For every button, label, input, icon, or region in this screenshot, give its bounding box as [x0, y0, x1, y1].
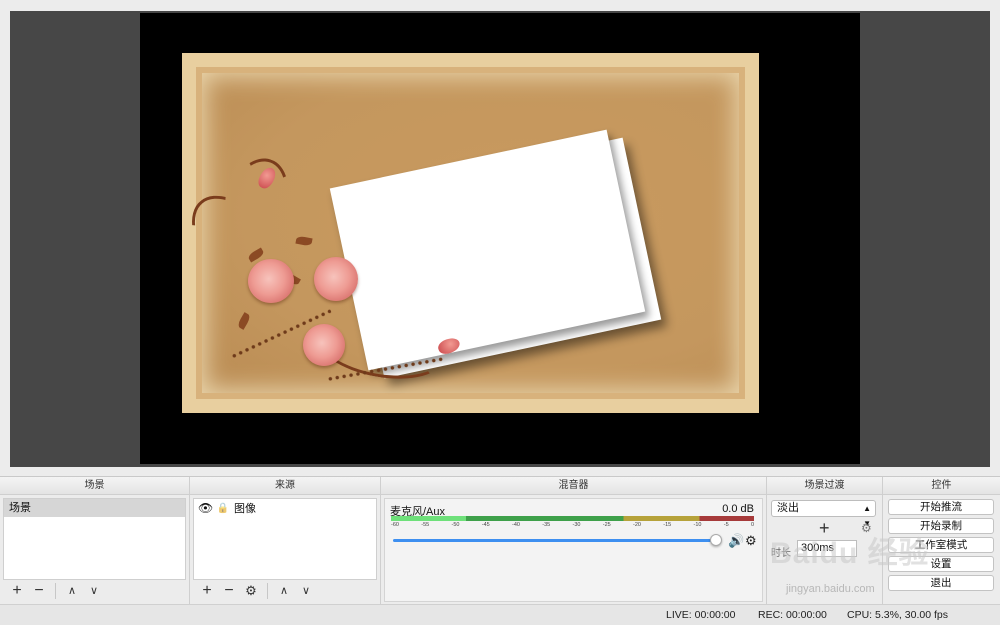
add-source-button[interactable]: +	[197, 581, 217, 601]
sources-toolbar: + − ⚙ ∧ ∨	[193, 580, 377, 602]
meter-scale: -60 -55 -50 -45 -40 -35 -30 -25 -20 -15 -10 -5 0	[391, 522, 754, 530]
scenes-toolbar: + − ∧ ∨	[3, 580, 186, 602]
meter-tick-label: -35	[542, 522, 551, 528]
source-settings-gear-icon[interactable]: ⚙	[241, 581, 261, 601]
lock-icon[interactable]: 🔒	[216, 503, 230, 514]
toolbar-divider	[267, 583, 268, 599]
meter-tick-label: -30	[572, 522, 581, 528]
sources-panel: 来源 👁 🔒 图像 + − ⚙ ∧ ∨	[190, 477, 381, 605]
meter-tick-label: -60	[391, 522, 399, 528]
volume-slider-handle[interactable]	[710, 534, 722, 546]
mixer-panel: 混音器 麦克风/Aux 0.0 dB -60 -55 -50 -45 -40 -35 -30…	[381, 477, 767, 605]
live-timer: LIVE: 00:00:00	[666, 609, 736, 621]
exit-button[interactable]: 退出	[888, 575, 994, 591]
obs-window: 场景 场景 + − ∧ ∨ 来源 👁 🔒 图像 + − ⚙ ∧ ∨ 混音器 麦克…	[0, 0, 1000, 625]
transition-select[interactable]: 淡出 ▲ ▼	[771, 500, 876, 528]
meter-tick-label: -50	[451, 522, 460, 528]
cpu-fps: CPU: 5.3%, 30.00 fps	[847, 609, 948, 621]
rose	[303, 324, 345, 366]
start-streaming-button[interactable]: 开始推流	[888, 499, 994, 515]
meter-tick-label: -15	[663, 522, 672, 528]
meter-tick-label: -40	[512, 522, 520, 528]
watermark-logo: Baidu 经验	[770, 537, 930, 570]
move-scene-up-button[interactable]: ∧	[62, 581, 82, 601]
mixer-channel: 麦克风/Aux 0.0 dB -60 -55 -50 -45 -40 -35 -30 -25-…	[384, 498, 763, 602]
scenes-title: 场景	[0, 477, 189, 495]
preview-area[interactable]	[10, 11, 990, 467]
mixer-title: 混音器	[381, 477, 766, 495]
watermark-url: jingyan.baidu.com	[786, 583, 875, 595]
leaf	[236, 312, 252, 330]
rec-timer: REC: 00:00:00	[758, 609, 827, 621]
toolbar-divider	[55, 583, 56, 599]
source-label: 图像	[234, 503, 256, 515]
meter-tick-label: -20	[633, 522, 641, 528]
move-source-up-button[interactable]: ∧	[274, 581, 294, 601]
controls-title: 控件	[883, 477, 1000, 495]
transitions-title: 场景过渡	[767, 477, 882, 495]
mixer-settings-gear-icon[interactable]: ⚙	[745, 533, 757, 549]
status-bar: LIVE: 00:00:00 REC: 00:00:00 CPU: 5.3%, …	[0, 604, 1000, 625]
add-scene-button[interactable]: +	[7, 581, 27, 601]
background-image	[173, 53, 759, 413]
rose	[314, 257, 358, 301]
move-source-down-button[interactable]: ∨	[296, 581, 316, 601]
meter-tick-label: -55	[421, 522, 430, 528]
meter-tick-label: -10	[693, 522, 702, 528]
source-item[interactable]: 👁 🔒 图像	[194, 499, 376, 517]
sources-title: 来源	[190, 477, 380, 495]
remove-scene-button[interactable]: −	[29, 581, 49, 601]
rose	[248, 259, 294, 303]
meter-tick-label: -45	[481, 522, 490, 528]
leaf	[295, 235, 313, 247]
move-scene-down-button[interactable]: ∨	[84, 581, 104, 601]
transition-select-value: 淡出	[777, 502, 799, 514]
meter-tick-label: -5	[723, 522, 729, 528]
speaker-icon[interactable]: 🔊	[728, 533, 744, 549]
scenes-panel: 场景 场景 + − ∧ ∨	[0, 477, 190, 605]
visibility-eye-icon[interactable]: 👁	[198, 501, 213, 515]
meter-tick-label: -25	[602, 522, 611, 528]
program-canvas	[140, 13, 860, 464]
volume-slider[interactable]	[393, 539, 711, 542]
volume-meter-peak	[391, 516, 467, 521]
scene-item[interactable]: 场景	[4, 499, 185, 517]
meter-tick-label: 0	[750, 522, 754, 528]
scenes-list[interactable]: 场景	[3, 498, 186, 580]
sources-list[interactable]: 👁 🔒 图像	[193, 498, 377, 580]
remove-source-button[interactable]: −	[219, 581, 239, 601]
